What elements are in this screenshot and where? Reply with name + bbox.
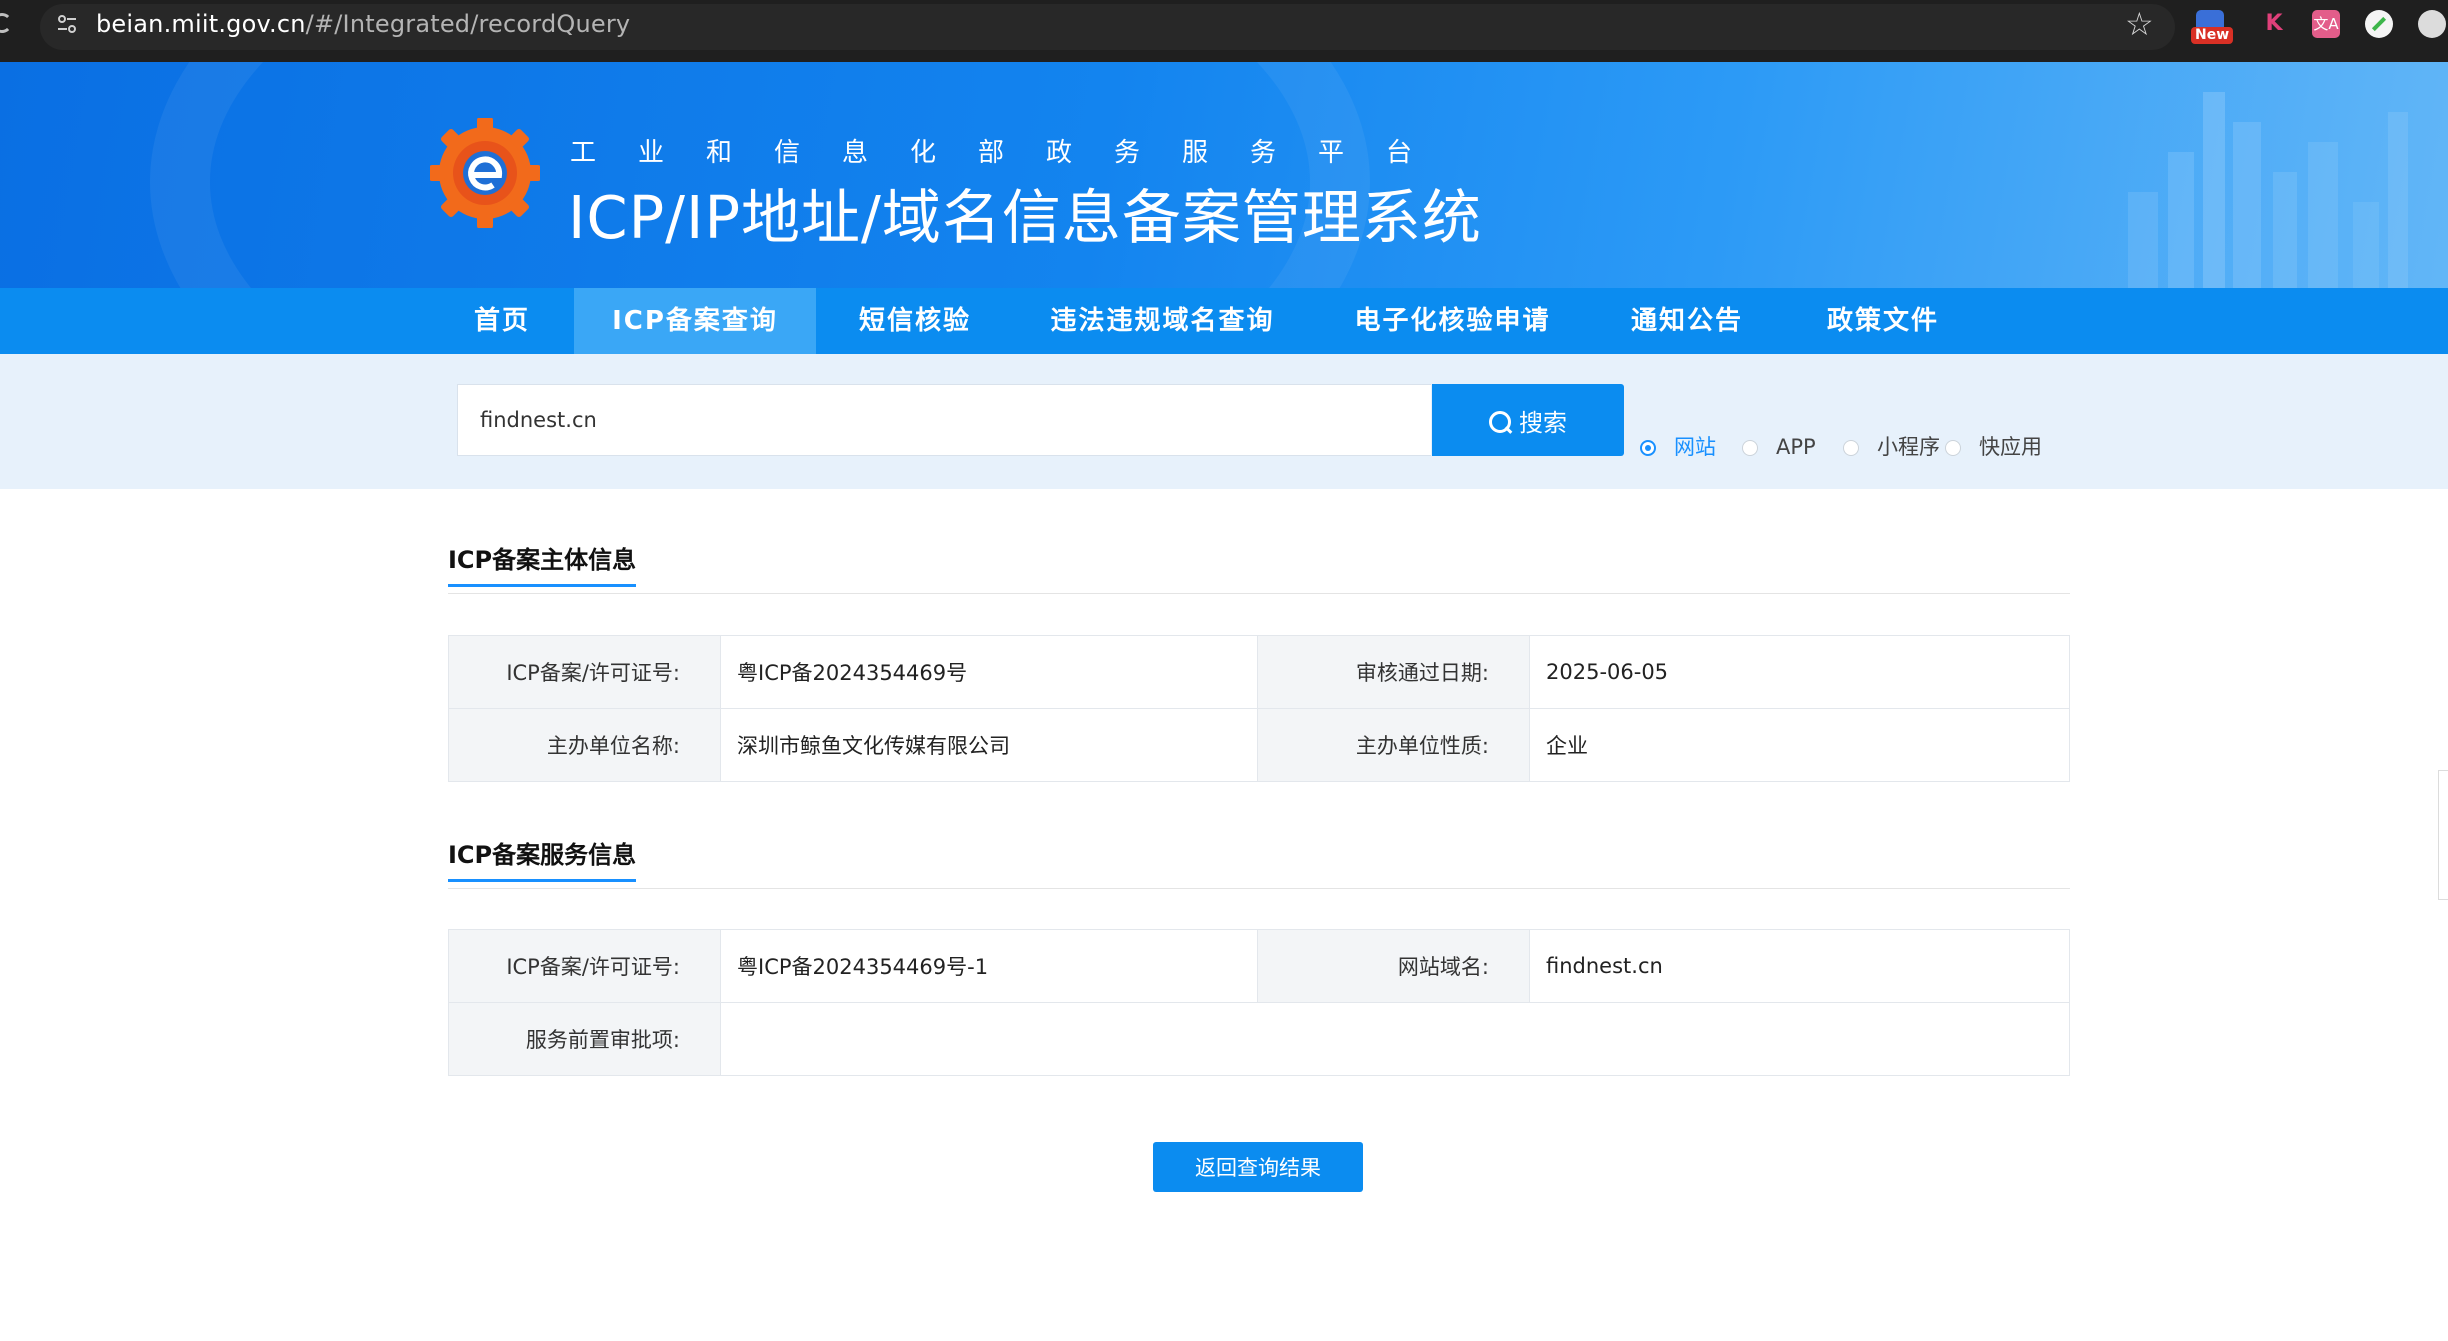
pre-approval-label: 服务前置审批项: [448,1002,721,1076]
main-nav: 首页 ICP备案查询 短信核验 违法违规域名查询 电子化核验申请 通知公告 政策… [0,288,2448,354]
section-divider [448,593,2070,594]
service-section-title: ICP备案服务信息 [448,835,637,882]
section-divider [448,888,2070,889]
radio-dot [1843,440,1859,456]
nav-home[interactable]: 首页 [452,288,552,354]
radio-dot [1640,440,1656,456]
search-input[interactable] [457,384,1431,456]
back-to-results-button[interactable]: 返回查询结果 [1153,1142,1363,1192]
radio-dot [1945,440,1961,456]
service-license-value: 粤ICP备2024354469号-1 [720,929,1258,1003]
license-label: ICP备案/许可证号: [448,635,721,709]
nav-sms-verify[interactable]: 短信核验 [850,288,980,354]
radio-mini-program[interactable]: 小程序 [1843,432,1940,462]
domain-value: findnest.cn [1529,929,2070,1003]
system-title: ICP/IP地址/域名信息备案管理系统 [568,183,1482,252]
search-area: 搜索 网站 APP 小程序 快应用 [0,354,2448,489]
organizer-name-value: 深圳市鲸鱼文化传媒有限公司 [720,708,1258,782]
pre-approval-value [720,1002,2070,1076]
new-badge: New [2191,27,2234,44]
approval-date-label: 审核通过日期: [1257,635,1530,709]
service-info-table: ICP备案/许可证号: 粤ICP备2024354469号-1 网站域名: fin… [448,929,2070,1076]
translate-extension-icon[interactable]: 文A [2312,10,2340,38]
reload-icon[interactable] [0,13,12,33]
search-button[interactable]: 搜索 [1432,384,1624,456]
platform-subtitle: 工业和信息化部政务服务平台 [570,138,1455,168]
nav-icp-query[interactable]: ICP备案查询 [574,288,816,354]
approval-date-value: 2025-06-05 [1529,635,2070,709]
side-panel-tab[interactable] [2438,770,2448,900]
table-row: ICP备案/许可证号: 粤ICP备2024354469号-1 网站域名: fin… [448,929,2070,1003]
extension-check-icon[interactable] [2365,10,2393,38]
service-license-label: ICP备案/许可证号: [448,929,721,1003]
extension-k-icon[interactable]: K [2260,10,2288,38]
organizer-type-value: 企业 [1529,708,2070,782]
extension-globe-icon[interactable] [2418,10,2446,38]
radio-quick-app[interactable]: 快应用 [1945,432,2042,462]
organizer-name-label: 主办单位名称: [448,708,721,782]
nav-illegal-domain-query[interactable]: 违法违规域名查询 [1040,288,1285,354]
radio-app[interactable]: APP [1742,432,1816,462]
radio-website[interactable]: 网站 [1640,432,1716,462]
site-settings-icon[interactable] [56,13,78,35]
nav-electronic-verify[interactable]: 电子化核验申请 [1350,288,1555,354]
domain-label: 网站域名: [1257,929,1530,1003]
table-row: ICP备案/许可证号: 粤ICP备2024354469号 审核通过日期: 202… [448,635,2070,709]
miit-logo-icon [430,118,540,228]
license-value: 粤ICP备2024354469号 [720,635,1258,709]
subject-info-table: ICP备案/许可证号: 粤ICP备2024354469号 审核通过日期: 202… [448,635,2070,782]
search-icon [1489,410,1511,433]
city-skyline-decoration [2128,92,2408,288]
search-button-label: 搜索 [1519,408,1567,437]
url-text[interactable]: beian.miit.gov.cn/#/Integrated/recordQue… [96,10,630,38]
organizer-type-label: 主办单位性质: [1257,708,1530,782]
radio-dot [1742,440,1758,456]
nav-policy-docs[interactable]: 政策文件 [1818,288,1948,354]
table-row: 主办单位名称: 深圳市鲸鱼文化传媒有限公司 主办单位性质: 企业 [448,708,2070,782]
bookmark-star-icon[interactable]: ☆ [2125,8,2154,40]
table-row: 服务前置审批项: [448,1002,2070,1076]
browser-toolbar: beian.miit.gov.cn/#/Integrated/recordQue… [0,0,2448,62]
subject-section-title: ICP备案主体信息 [448,540,637,587]
nav-notices[interactable]: 通知公告 [1622,288,1752,354]
